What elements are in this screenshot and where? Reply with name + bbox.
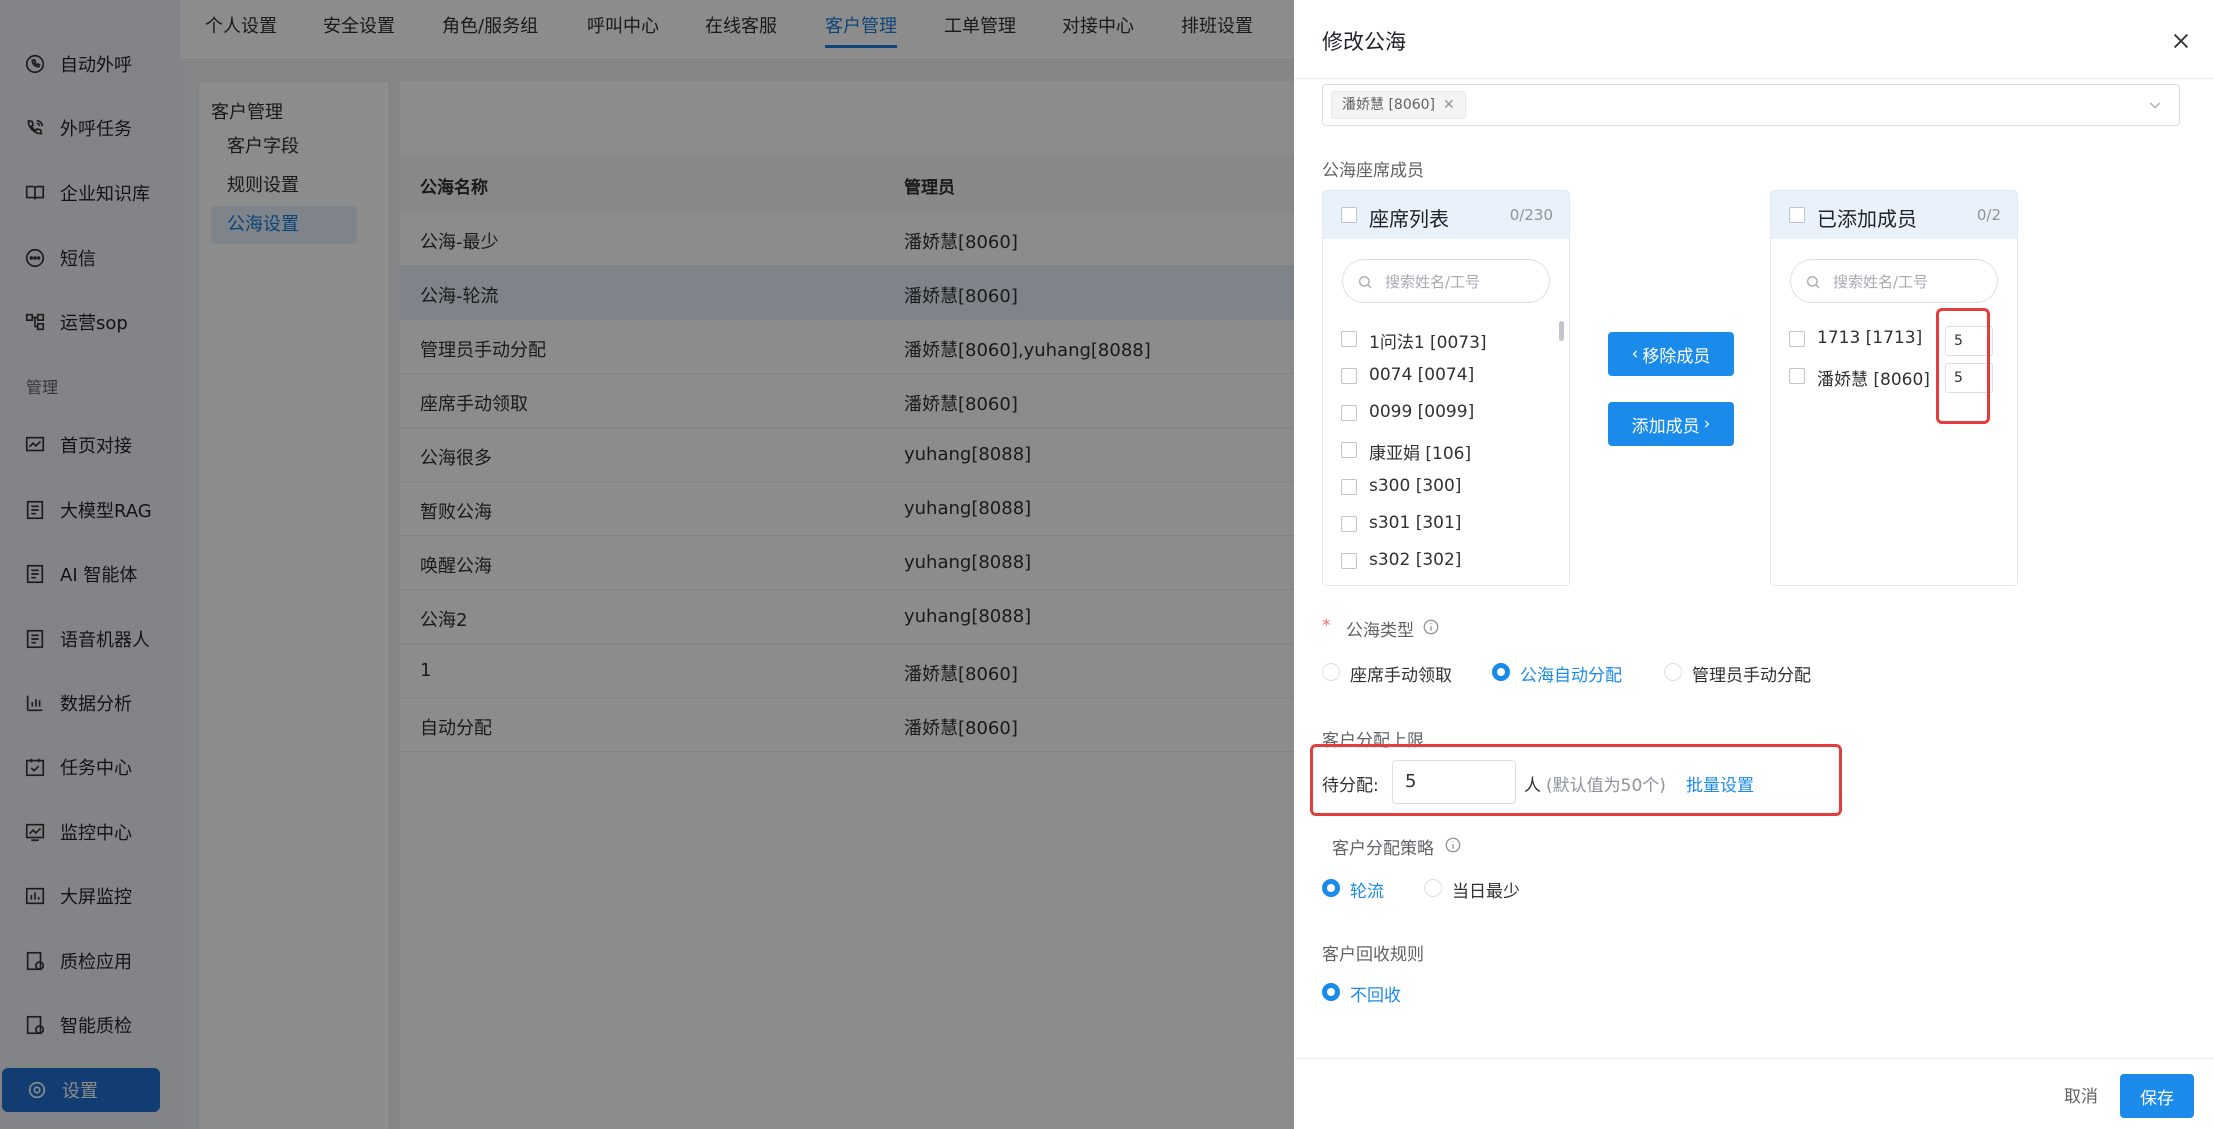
item-checkbox[interactable] [1341, 442, 1357, 458]
highlight-box [1310, 744, 1842, 816]
item-label: s301 [301] [1369, 513, 1462, 533]
item-label: 康亚娟 [106] [1369, 444, 1472, 464]
chevron-right-icon: › [1703, 414, 1711, 434]
radio-dot [1322, 663, 1340, 681]
added-members-count: 0/2 [1976, 206, 2001, 224]
agent-search-input[interactable]: 搜索姓名/工号 [1342, 259, 1550, 303]
item-label: 潘娇慧 [8060] [1817, 370, 1930, 390]
footer-divider [1294, 1058, 2214, 1059]
item-checkbox[interactable] [1341, 331, 1357, 347]
item-checkbox[interactable] [1341, 479, 1357, 495]
chevron-down-icon [2149, 102, 2161, 109]
recycle-label: 客户回收规则 [1322, 945, 1424, 965]
modal-overlay[interactable] [0, 0, 1294, 1129]
item-label: s302 [302] [1369, 550, 1462, 570]
remove-member-button[interactable]: ‹ 移除成员 [1608, 332, 1734, 376]
radio-round-robin[interactable]: 轮流 [1322, 876, 1402, 902]
radio-label: 轮流 [1350, 882, 1384, 902]
close-icon[interactable] [2170, 30, 2192, 52]
item-checkbox[interactable] [1789, 368, 1805, 384]
save-button[interactable]: 保存 [2120, 1074, 2194, 1118]
item-label: 0099 [0099] [1369, 402, 1475, 422]
search-placeholder: 搜索姓名/工号 [1833, 273, 1929, 291]
radio-label: 管理员手动分配 [1692, 666, 1811, 686]
radio-label: 公海自动分配 [1520, 666, 1622, 686]
drawer-divider [1294, 78, 2214, 79]
radio-admin-assign[interactable]: 管理员手动分配 [1664, 660, 1834, 686]
item-label: 1713 [1713] [1817, 328, 1923, 348]
item-label: s300 [300] [1369, 476, 1462, 496]
info-icon[interactable] [1422, 618, 1440, 636]
search-placeholder: 搜索姓名/工号 [1385, 273, 1481, 291]
item-checkbox[interactable] [1341, 368, 1357, 384]
agent-list-title: 座席列表 [1369, 207, 1449, 231]
item-label: 0074 [0074] [1369, 365, 1475, 385]
radio-label: 座席手动领取 [1350, 666, 1452, 686]
radio-least-today[interactable]: 当日最少 [1424, 876, 1544, 902]
radio-label: 当日最少 [1452, 882, 1520, 902]
item-checkbox[interactable] [1789, 331, 1805, 347]
search-icon [1359, 276, 1372, 289]
radio-dot [1424, 879, 1442, 897]
agent-list-count: 0/230 [1509, 206, 1553, 224]
add-member-label: 添加成员 [1631, 416, 1700, 437]
item-checkbox[interactable] [1341, 553, 1357, 569]
select-all-checkbox[interactable] [1341, 207, 1357, 223]
item-checkbox[interactable] [1341, 405, 1357, 421]
drawer-title: 修改公海 [1322, 30, 1406, 54]
item-label: 1问法1 [0073] [1369, 333, 1487, 353]
search-icon [1807, 276, 1820, 289]
info-icon[interactable] [1444, 836, 1462, 854]
added-members-header: 已添加成员 0/2 [1771, 191, 2017, 239]
radio-agent-claim[interactable]: 座席手动领取 [1322, 660, 1472, 686]
radio-dot [1322, 983, 1340, 1001]
agent-list-header: 座席列表 0/230 [1323, 191, 1569, 239]
chevron-left-icon: ‹ [1631, 344, 1639, 364]
radio-dot [1322, 879, 1340, 897]
required-mark: * [1322, 616, 1331, 636]
select-all-checkbox[interactable] [1789, 207, 1805, 223]
highlight-box [1936, 308, 1990, 424]
strategy-label: 客户分配策略 [1332, 839, 1434, 859]
member-search-input[interactable]: 搜索姓名/工号 [1790, 259, 1998, 303]
tag-close-icon[interactable]: ✕ [1443, 92, 1455, 118]
cancel-button[interactable]: 取消 [2064, 1082, 2098, 1107]
add-member-button[interactable]: 添加成员 › [1608, 402, 1734, 446]
members-label: 公海座席成员 [1322, 161, 1424, 181]
radio-no-recycle[interactable]: 不回收 [1322, 980, 1422, 1006]
admin-tag-label: 潘娇慧 [8060] [1342, 97, 1436, 113]
added-members-title: 已添加成员 [1817, 207, 1917, 231]
radio-dot [1492, 663, 1510, 681]
radio-auto-assign[interactable]: 公海自动分配 [1492, 660, 1642, 686]
type-label: 公海类型 [1346, 621, 1414, 641]
radio-label: 不回收 [1350, 986, 1401, 1006]
item-checkbox[interactable] [1341, 516, 1357, 532]
edit-sea-drawer: 修改公海 潘娇慧 [8060] ✕ 公海座席成员 座席列表 0/230 搜索姓名… [1294, 0, 2214, 1129]
admin-tag: 潘娇慧 [8060] ✕ [1331, 91, 1466, 119]
agent-list-panel: 座席列表 0/230 搜索姓名/工号 1问法1 [0073] 0074 [007… [1322, 190, 1570, 586]
scrollbar[interactable] [1559, 321, 1564, 341]
admin-select[interactable]: 潘娇慧 [8060] ✕ [1322, 84, 2180, 126]
radio-dot [1664, 663, 1682, 681]
remove-member-label: 移除成员 [1642, 346, 1711, 367]
